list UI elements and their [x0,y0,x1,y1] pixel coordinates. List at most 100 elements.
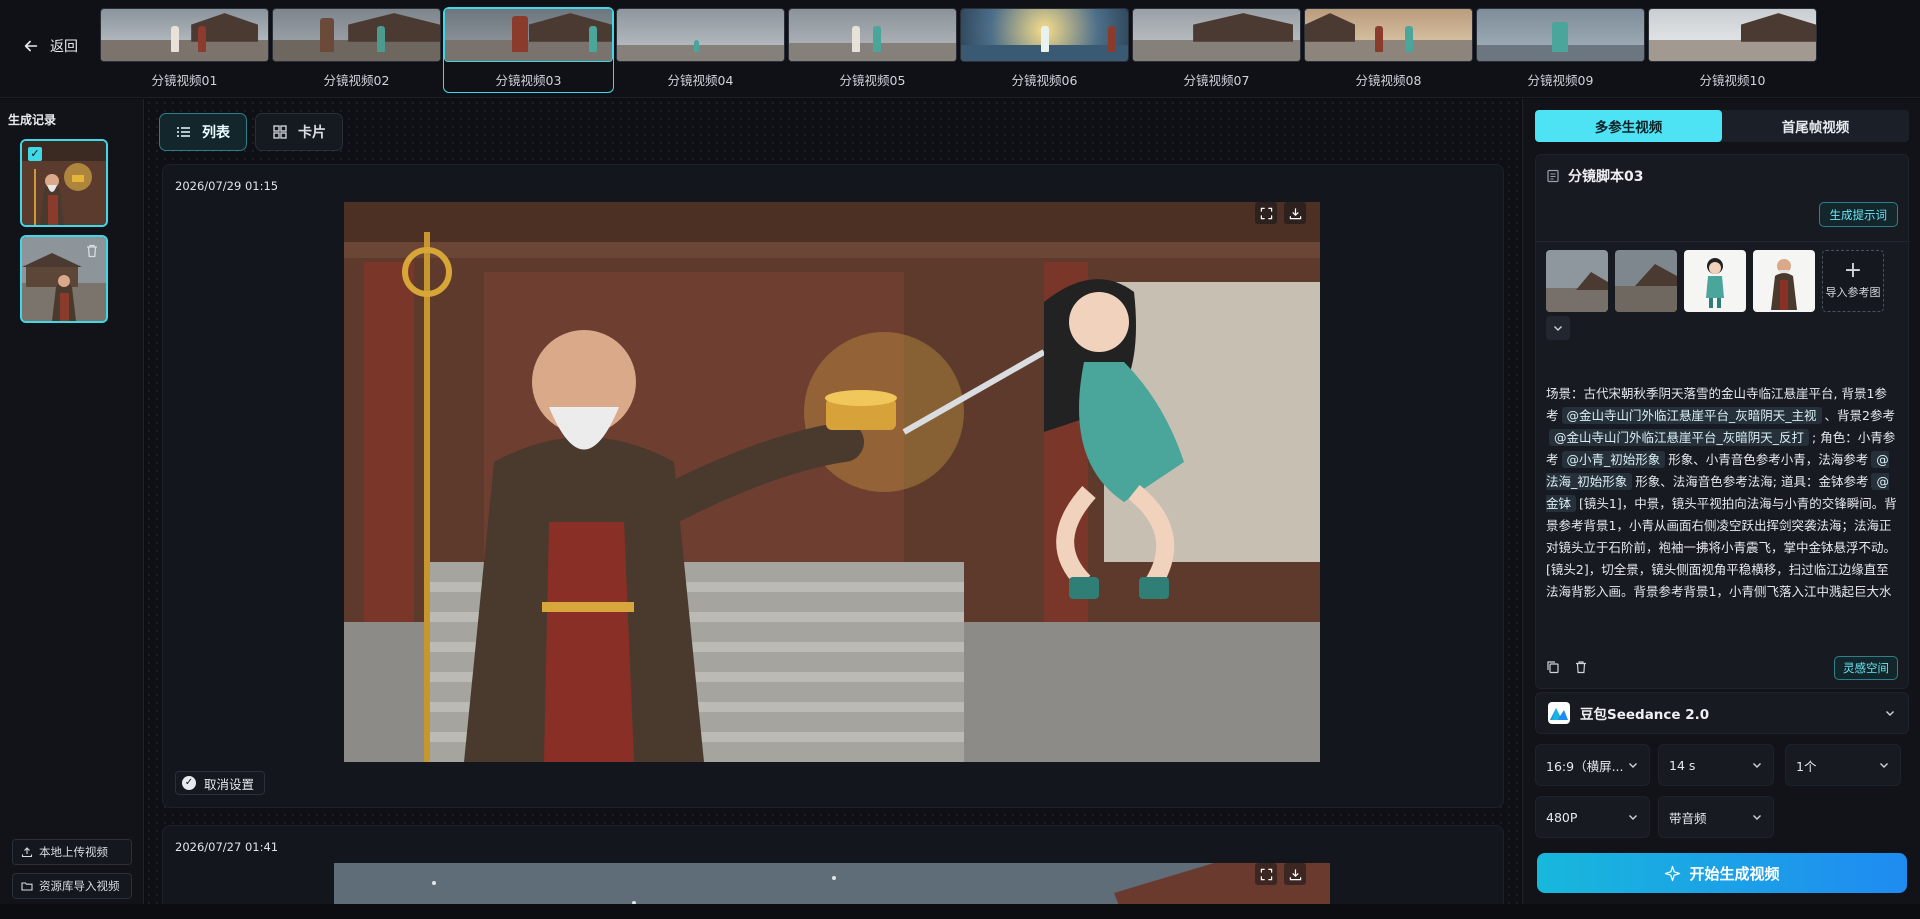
reference-images: + 导入参考图 [1536,241,1910,340]
shot-thumbnail [1132,8,1301,62]
upload-local-label: 本地上传视频 [39,845,108,859]
grid-icon [273,125,287,139]
upload-local-button[interactable]: 本地上传视频 [12,839,132,865]
shot-06[interactable]: 分镜视频06 [960,8,1129,92]
script-footer: 灵感空间 [1546,656,1898,680]
mode-tabs: 多参生视频 首尾帧视频 [1535,110,1909,142]
reference-thumbnail [1546,250,1608,312]
upload-icon [21,847,33,858]
video-frame-illustration [334,863,1330,904]
plus-icon: + [1843,258,1863,283]
chevron-down-icon [1880,763,1888,768]
delete-icon[interactable] [1574,660,1588,674]
shot-label: 分镜视频05 [839,73,906,88]
reference-image[interactable] [1684,250,1746,312]
inspiration-button[interactable]: 灵感空间 [1834,656,1898,680]
top-bar: 返回 分镜视频01 分镜视频02 分镜视频03 分镜视频04 分镜视频05 分镜… [0,0,1920,98]
copy-icon[interactable] [1546,660,1560,674]
shot-thumbnail [616,8,785,62]
script-title: 分镜脚本03 [1568,169,1644,185]
duration-select[interactable]: 14 s [1658,744,1774,786]
arrow-left-icon [24,40,38,52]
start-generate-button[interactable]: 开始生成视频 [1537,853,1907,893]
cancel-setting-label: 取消设置 [204,776,255,792]
video-preview[interactable] [344,202,1320,762]
import-library-label: 资源库导入视频 [39,879,120,893]
reference-image[interactable] [1753,250,1815,312]
shot-03[interactable]: 分镜视频03 [443,7,614,93]
download-button[interactable] [1284,202,1306,224]
count-select[interactable]: 1个 [1785,744,1901,786]
shot-label: 分镜视频06 [1011,73,1078,88]
result-card: 2026/07/29 01:15 ✓ 取消设置 [162,164,1504,808]
history-title: 生成记录 [8,113,57,127]
shot-09[interactable]: 分镜视频09 [1476,8,1645,92]
import-library-button[interactable]: 资源库导入视频 [12,873,132,899]
reference-tag[interactable]: @金山寺山门外临江悬崖平台_灰暗阴天_反打 [1549,429,1810,446]
shot-thumbnail [788,8,957,62]
script-segment: 、背景2参考 [1824,408,1895,423]
shot-label: 分镜视频04 [667,73,734,88]
expand-references-button[interactable] [1546,316,1570,340]
chevron-down-icon [1629,763,1637,768]
sparkle-icon [1665,865,1681,881]
script-text[interactable]: 场景：古代宋朝秋季阴天落雪的金山寺临江悬崖平台, 背景1参考 @金山寺山门外临江悬… [1546,383,1898,605]
reference-image[interactable] [1615,250,1677,312]
shot-label: 分镜视频07 [1183,73,1250,88]
chevron-down-icon [1629,815,1637,820]
reference-thumbnail [1684,250,1746,312]
shot-07[interactable]: 分镜视频07 [1132,8,1301,92]
model-select[interactable]: 豆包Seedance 2.0 [1535,692,1909,734]
back-button[interactable]: 返回 [22,36,78,56]
download-icon [1289,207,1301,219]
shot-10[interactable]: 分镜视频10 [1648,8,1817,92]
reference-image[interactable] [1546,250,1608,312]
start-generate-label: 开始生成视频 [1689,864,1780,883]
aspect-ratio-value: 16:9（横屏... [1546,758,1624,774]
shot-thumbnail [272,8,441,62]
import-reference-label: 导入参考图 [1825,286,1881,299]
aspect-ratio-select[interactable]: 16:9（横屏... [1535,744,1650,786]
shot-thumbnail [1476,8,1645,62]
generation-panel: 多参生视频 首尾帧视频 分镜脚本03 生成提示词 + 导入参考图 场景：古代宋朝… [1522,99,1920,904]
shot-08[interactable]: 分镜视频08 [1304,8,1473,92]
generate-prompt-button[interactable]: 生成提示词 [1818,202,1898,227]
model-logo-icon [1548,702,1570,724]
script-segment: 形象、小青音色参考小青，法海参考 [1668,452,1869,467]
resolution-select[interactable]: 480P [1535,796,1650,838]
tab-list-label: 列表 [202,125,230,141]
history-item-2[interactable] [20,235,108,323]
tab-list-view[interactable]: 列表 [159,113,247,151]
audio-select[interactable]: 带音频 [1658,796,1774,838]
card-timestamp: 2026/07/29 01:15 [175,179,279,193]
script-segment: 形象、法海音色参考法海; 道具：金钵参考 [1635,474,1869,489]
fullscreen-button[interactable] [1255,863,1277,885]
download-button[interactable] [1284,863,1306,885]
shot-thumbnail [960,8,1129,62]
download-icon [1289,868,1301,880]
count-value: 1个 [1796,758,1817,774]
tab-multi-reference[interactable]: 多参生视频 [1535,110,1722,142]
duration-value: 14 s [1669,757,1696,773]
reference-tag[interactable]: @小青_初始形象 [1561,451,1666,468]
shot-01[interactable]: 分镜视频01 [100,8,269,92]
history-item-1[interactable]: ✓ [20,139,108,227]
reference-tag[interactable]: @金山寺山门外临江悬崖平台_灰暗阴天_主视 [1561,407,1822,424]
shot-04[interactable]: 分镜视频04 [616,8,785,92]
shot-02[interactable]: 分镜视频02 [272,8,441,92]
model-name: 豆包Seedance 2.0 [1580,707,1710,723]
selected-check-icon: ✓ [28,147,42,161]
cancel-setting-button[interactable]: ✓ 取消设置 [175,771,266,795]
result-card: 2026/07/27 01:41 [162,825,1504,904]
script-icon [1547,169,1559,183]
delete-icon[interactable] [84,243,100,259]
import-reference-button[interactable]: + 导入参考图 [1822,250,1884,312]
tab-card-view[interactable]: 卡片 [255,113,343,151]
fullscreen-button[interactable] [1255,202,1277,224]
video-preview[interactable] [334,863,1330,904]
check-circle-icon: ✓ [182,776,196,790]
shot-label: 分镜视频10 [1699,73,1766,88]
shot-05[interactable]: 分镜视频05 [788,8,957,92]
tab-first-last-frame[interactable]: 首尾帧视频 [1722,110,1909,142]
resolution-value: 480P [1546,809,1578,825]
